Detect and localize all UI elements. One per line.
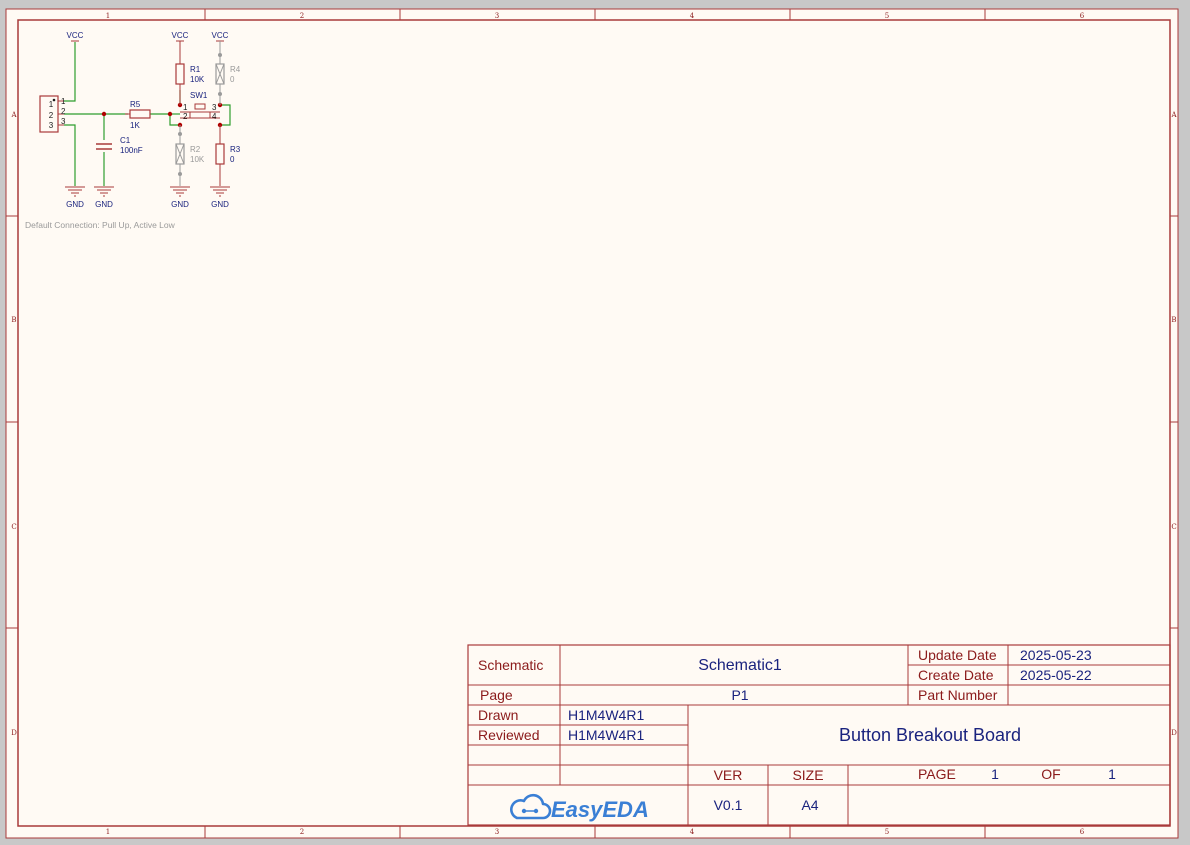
col-label: 4	[690, 828, 695, 836]
gnd-label: GND	[66, 200, 84, 209]
board-title: Button Breakout Board	[839, 725, 1021, 745]
size-value: A4	[801, 797, 818, 813]
col-label: 5	[885, 828, 889, 836]
drawn-label: Drawn	[478, 707, 518, 723]
sw1-pin: 1	[183, 103, 188, 112]
gnd-label: GND	[211, 200, 229, 209]
update-date: 2025-05-23	[1020, 647, 1092, 663]
reviewed-value: H1M4W4R1	[568, 727, 644, 743]
r2-value: 10K	[190, 155, 205, 164]
col-label: 1	[106, 12, 110, 20]
row-label: D	[1171, 729, 1177, 737]
connector-pin: 3	[61, 117, 66, 126]
reviewed-label: Reviewed	[478, 727, 539, 743]
connector-pin: 3	[49, 121, 54, 130]
connector-pin: 2	[49, 111, 54, 120]
c1-ref: C1	[120, 136, 131, 145]
row-label: D	[11, 729, 17, 737]
gnd-label: GND	[171, 200, 189, 209]
connector-pin: 2	[61, 107, 66, 116]
sw1-pin: 4	[212, 112, 217, 121]
row-label: B	[1171, 316, 1176, 324]
col-label: 6	[1080, 828, 1085, 836]
vcc-label: VCC	[172, 31, 189, 40]
r4-value: 0	[230, 75, 235, 84]
col-label: 1	[106, 828, 110, 836]
size-label: SIZE	[792, 767, 823, 783]
row-label: A	[10, 111, 17, 119]
vcc-label: VCC	[67, 31, 84, 40]
r2-ref: R2	[190, 145, 201, 154]
schematic-sheet: 1 2 3 4 5 6 1 2 3 4 5 6 A B C D A B C D	[5, 8, 1179, 839]
row-label: C	[11, 523, 16, 531]
r3-value: 0	[230, 155, 235, 164]
sw1-pin: 2	[183, 112, 188, 121]
page-of-label: PAGE	[918, 766, 956, 782]
col-label: 3	[495, 12, 499, 20]
create-date-label: Create Date	[918, 667, 994, 683]
update-date-label: Update Date	[918, 647, 997, 663]
r5-ref: R5	[130, 100, 141, 109]
sw1-ref: SW1	[190, 91, 208, 100]
row-label: B	[11, 316, 16, 324]
r4-ref: R4	[230, 65, 241, 74]
r3-ref: R3	[230, 145, 241, 154]
col-label: 5	[885, 12, 889, 20]
drawn-value: H1M4W4R1	[568, 707, 644, 723]
r1-value: 10K	[190, 75, 205, 84]
row-label: A	[1170, 111, 1177, 119]
connector-pin: 1	[49, 100, 54, 109]
vcc-symbol: VCC	[67, 31, 84, 42]
col-label: 6	[1080, 12, 1085, 20]
r5-value: 1K	[130, 121, 140, 130]
page-number: 1	[991, 766, 999, 782]
page-label: Page	[480, 687, 513, 703]
col-label: 2	[300, 12, 304, 20]
sw1-pin: 3	[212, 103, 217, 112]
col-label: 3	[495, 828, 499, 836]
r1-ref: R1	[190, 65, 201, 74]
col-label: 2	[300, 828, 304, 836]
gnd-label: GND	[95, 200, 113, 209]
connector-pin: 1	[61, 97, 66, 106]
page-value: P1	[731, 687, 748, 703]
of-label: OF	[1041, 766, 1060, 782]
logo-text: EasyEDA	[551, 797, 649, 822]
part-number-label: Part Number	[918, 687, 998, 703]
c1-value: 100nF	[120, 146, 143, 155]
ver-label: VER	[714, 767, 743, 783]
schematic-label: Schematic	[478, 657, 543, 673]
schematic-note: Default Connection: Pull Up, Active Low	[25, 220, 176, 230]
create-date: 2025-05-22	[1020, 667, 1092, 683]
ver-value: V0.1	[714, 797, 743, 813]
page-total: 1	[1108, 766, 1116, 782]
col-label: 4	[690, 12, 695, 20]
row-label: C	[1171, 523, 1176, 531]
vcc-label: VCC	[212, 31, 229, 40]
schematic-name: Schematic1	[698, 657, 782, 674]
